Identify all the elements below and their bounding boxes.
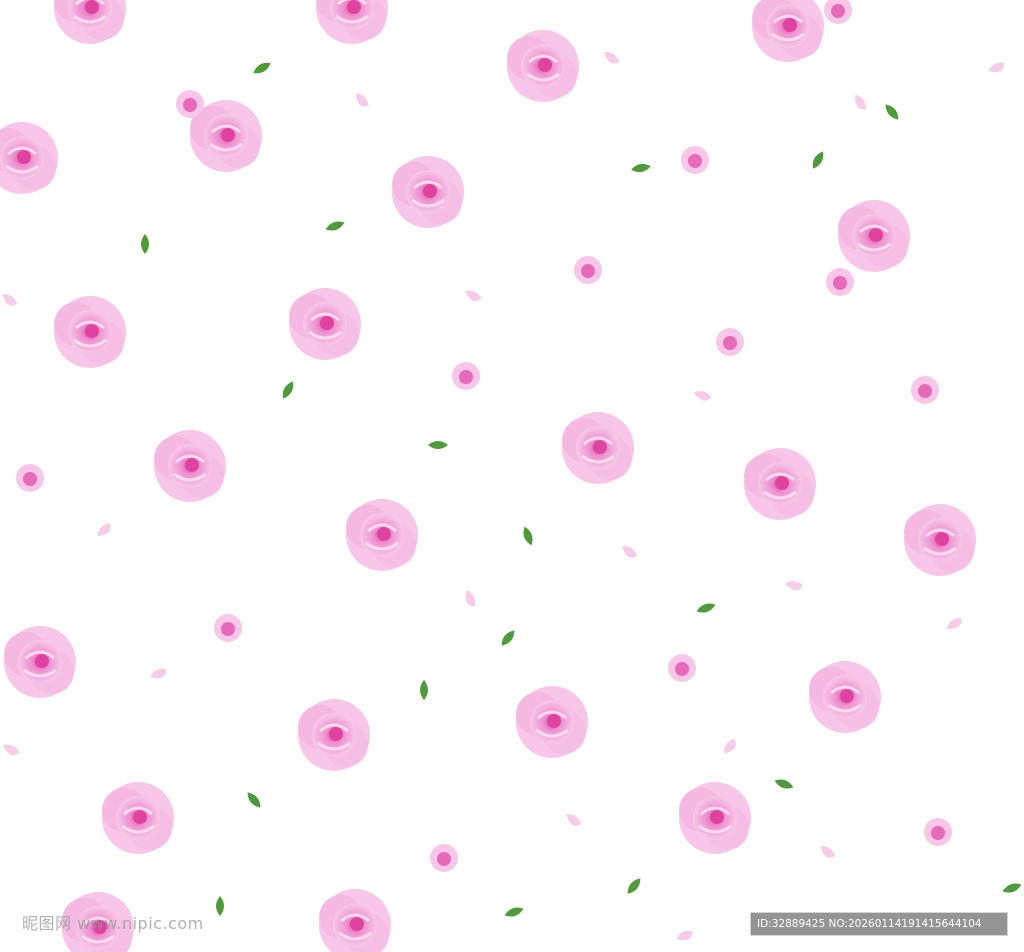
leaf xyxy=(1001,880,1023,896)
petal xyxy=(95,520,114,541)
rose-flower xyxy=(287,286,363,362)
leaf xyxy=(141,234,149,254)
rose-flower xyxy=(390,154,466,230)
rose-flower xyxy=(52,0,128,46)
rose-bud xyxy=(16,464,44,492)
leaf xyxy=(882,101,902,123)
leaf xyxy=(624,875,644,897)
petal xyxy=(563,811,584,829)
rose-flower xyxy=(750,0,826,64)
petal xyxy=(0,742,21,758)
rose-bud xyxy=(924,818,952,846)
rose-buds xyxy=(16,0,952,872)
leaf xyxy=(503,904,525,920)
rose-flower xyxy=(344,497,420,573)
petal xyxy=(986,59,1007,77)
watermark-site-text: 昵图网 www.nipic.com xyxy=(22,914,204,933)
petal xyxy=(601,49,622,67)
petal xyxy=(148,665,169,683)
petal xyxy=(785,581,803,591)
leaf xyxy=(498,627,518,649)
leaf xyxy=(244,789,264,811)
petal xyxy=(721,736,739,757)
rose-bud xyxy=(452,362,480,390)
petal xyxy=(817,843,838,861)
leaf xyxy=(630,162,652,174)
rose-flower xyxy=(677,780,753,856)
petal xyxy=(0,291,20,309)
rose-bud xyxy=(668,654,696,682)
rose-bud xyxy=(681,146,709,174)
rose-flower xyxy=(836,198,912,274)
rose-flower xyxy=(505,28,581,104)
rose-bud xyxy=(824,0,852,24)
petal xyxy=(944,615,965,634)
rose-flower xyxy=(807,659,883,735)
petal xyxy=(692,389,713,402)
rose-bud xyxy=(574,256,602,284)
rose-flower xyxy=(296,697,372,773)
rose-pattern xyxy=(0,0,1023,952)
petal xyxy=(619,543,640,561)
leaf xyxy=(695,600,717,616)
rose-flower xyxy=(152,428,228,504)
leaf xyxy=(324,218,346,234)
rose-flower xyxy=(0,120,60,196)
leaf xyxy=(520,525,536,547)
petal xyxy=(461,588,479,609)
rose-flower xyxy=(100,780,176,856)
rose-flower xyxy=(317,887,393,952)
leaf xyxy=(251,59,273,77)
rose-bud xyxy=(826,268,854,296)
rose-flower xyxy=(742,446,818,522)
rose-flower xyxy=(514,684,590,760)
petal xyxy=(674,927,695,945)
rose-flower xyxy=(560,410,636,486)
leaf xyxy=(216,896,224,916)
scattered-leaves xyxy=(141,59,1023,920)
petal xyxy=(462,288,483,304)
petal xyxy=(351,91,372,110)
rose-flower xyxy=(52,294,128,370)
rose-bud xyxy=(430,844,458,872)
leaf xyxy=(279,379,297,401)
leaf xyxy=(773,776,795,792)
leaf xyxy=(809,149,827,171)
rose-flower xyxy=(314,0,390,46)
petal xyxy=(850,92,869,113)
rose-flower xyxy=(902,502,978,578)
rose-flower xyxy=(2,624,78,700)
leaf xyxy=(420,680,428,700)
rose-bud xyxy=(214,614,242,642)
rose-bud xyxy=(716,328,744,356)
rose-bud xyxy=(911,376,939,404)
rose-bud xyxy=(176,90,204,118)
rose-flowers xyxy=(0,0,978,952)
watermark-id-badge: ID:32889425 NO:20260114191415644104 xyxy=(750,912,1008,936)
leaf xyxy=(428,441,448,449)
